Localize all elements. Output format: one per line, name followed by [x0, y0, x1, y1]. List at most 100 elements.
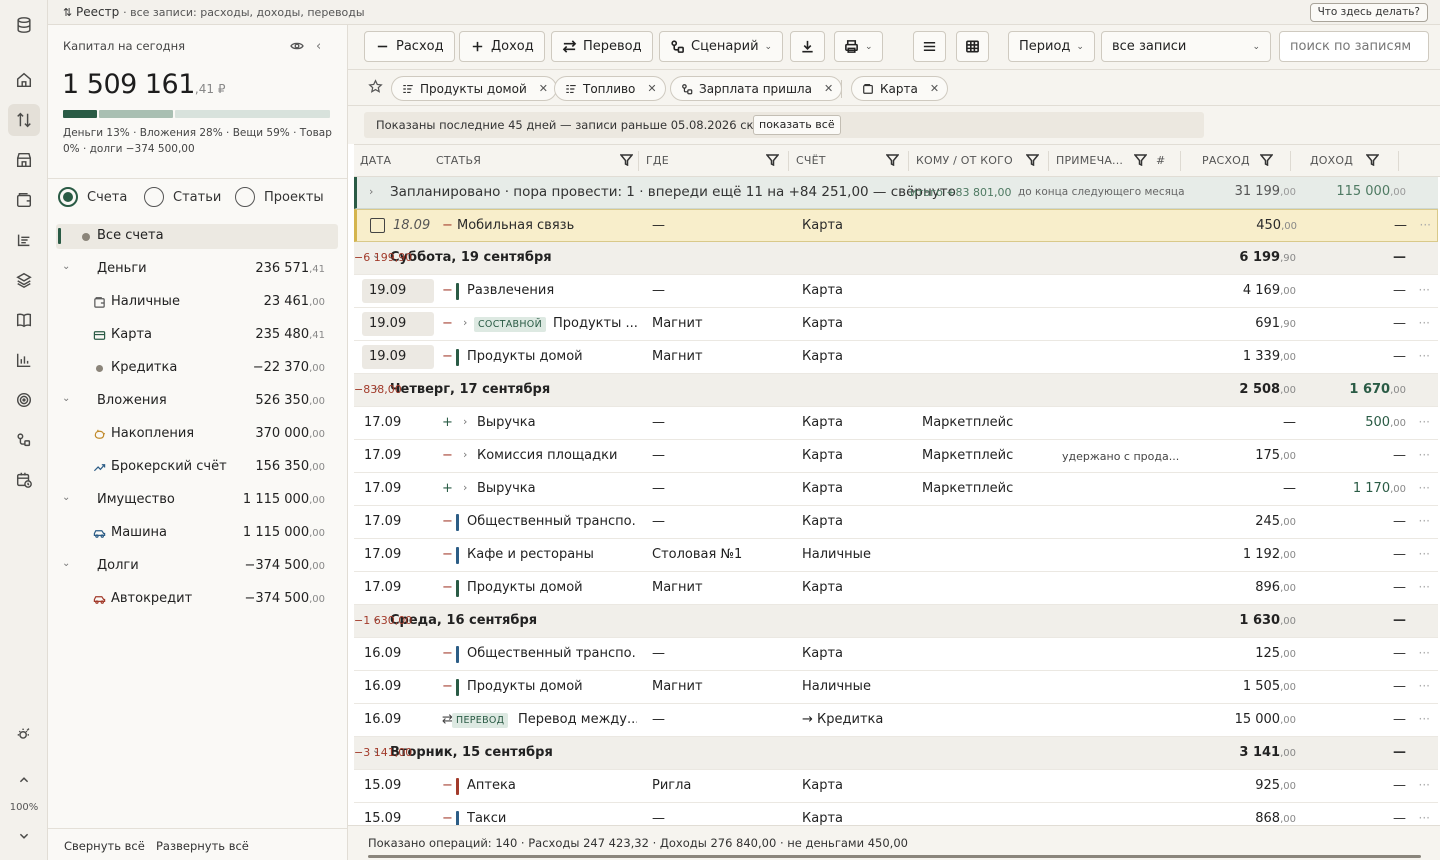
- more-actions-icon[interactable]: ···: [1419, 514, 1430, 528]
- table-row[interactable]: 19.09 − Продукты домой Магнит Карта 1 339,00 —…: [354, 341, 1438, 374]
- more-actions-icon[interactable]: ···: [1419, 316, 1430, 330]
- show-all-button[interactable]: показать всё: [753, 115, 841, 135]
- table-row[interactable]: 16.09 − Общественный транспо... — Карта 125,0…: [354, 638, 1438, 671]
- calendar-clock-icon[interactable]: [8, 464, 40, 496]
- column-hash[interactable]: #: [1156, 154, 1165, 167]
- filter-chip-fuel[interactable]: Топливо ✕: [554, 76, 666, 101]
- more-actions-icon[interactable]: ···: [1419, 349, 1430, 363]
- table-row[interactable]: 17.09 − Продукты домой Магнит Карта 896,00 — ··…: [354, 572, 1438, 605]
- filter-icon[interactable]: [1134, 154, 1147, 166]
- planned-row[interactable]: › Запланировано · пора провести: 1 · впе…: [354, 177, 1438, 209]
- filter-icon[interactable]: [886, 154, 899, 166]
- star-icon[interactable]: [368, 79, 383, 94]
- date-group-row[interactable]: ⌄ Вторник, 15 сентября −3 141,00 3 141,00—: [354, 737, 1438, 770]
- filter-chip-salary[interactable]: Зарплата пришла ✕: [670, 76, 843, 101]
- table-row[interactable]: 15.09 − Такси — Карта 868,00 — ···: [354, 803, 1438, 825]
- date-group-row[interactable]: ⌄ Среда, 16 сентября −1 630,00 1 630,00—: [354, 605, 1438, 638]
- date-cell[interactable]: 19.09: [362, 279, 434, 303]
- grid-view-button[interactable]: [956, 31, 989, 62]
- date-group-row[interactable]: ⌄ Четверг, 17 сентября −838,00 2 508,00 1 67…: [354, 374, 1438, 407]
- column-category[interactable]: СТАТЬЯ: [436, 154, 481, 167]
- chevron-right-icon[interactable]: ›: [463, 448, 467, 461]
- more-actions-icon[interactable]: ···: [1419, 811, 1430, 825]
- more-actions-icon[interactable]: ···: [1419, 448, 1430, 462]
- column-income[interactable]: ДОХОД: [1310, 154, 1353, 167]
- filter-chip-products[interactable]: Продукты домой ✕: [391, 76, 557, 101]
- horizontal-scrollbar[interactable]: [368, 855, 1421, 858]
- account-item[interactable]: Брокерский счёт 156 350,00: [48, 456, 347, 480]
- collapse-all-button[interactable]: Свернуть всё: [64, 839, 145, 853]
- chevron-down-icon[interactable]: ⌄: [62, 393, 70, 404]
- date-group-row[interactable]: ⌄ Суббота, 19 сентября −6 199,90 6 199,90—: [354, 242, 1438, 275]
- all-accounts-item[interactable]: Все счета: [56, 224, 338, 249]
- account-group[interactable]: ⌄ Долги −374 500,00: [48, 555, 347, 579]
- book-icon[interactable]: [8, 304, 40, 336]
- expand-all-button[interactable]: Развернуть всё: [156, 839, 249, 853]
- more-actions-icon[interactable]: ···: [1419, 415, 1430, 429]
- account-item[interactable]: Карта 235 480,41: [48, 324, 347, 348]
- pending-record-row[interactable]: 18.09 − Мобильная связь — Карта 450,00 —…: [354, 209, 1438, 242]
- chevron-down-icon[interactable]: ⌄: [62, 492, 70, 503]
- table-row[interactable]: 19.09 − Развлечения — Карта 4 169,00 — ···: [354, 275, 1438, 308]
- help-button[interactable]: Что здесь делать?: [1309, 3, 1428, 22]
- more-actions-icon[interactable]: ···: [1419, 481, 1430, 495]
- filter-icon[interactable]: [1366, 154, 1379, 166]
- record-filter-select[interactable]: все записи ⌄: [1101, 31, 1271, 62]
- table-row[interactable]: 15.09 − Аптека Ригла Карта 925,00 — ···: [354, 770, 1438, 803]
- download-button[interactable]: [790, 31, 825, 62]
- table-row[interactable]: 17.09 + › Выручка — Карта Маркетплейс — 1 170,00…: [354, 473, 1438, 506]
- close-icon[interactable]: ✕: [647, 82, 656, 95]
- more-actions-icon[interactable]: ···: [1419, 646, 1430, 660]
- account-group[interactable]: ⌄ Вложения 526 350,00: [48, 390, 347, 414]
- account-group[interactable]: ⌄ Деньги 236 571,41: [48, 258, 347, 282]
- table-row[interactable]: 17.09 − Кафе и рестораны Столовая №1 Наличны…: [354, 539, 1438, 572]
- column-divider[interactable]: [638, 151, 639, 171]
- home-icon[interactable]: [8, 64, 40, 96]
- store-icon[interactable]: [8, 144, 40, 176]
- list-icon[interactable]: [8, 224, 40, 256]
- more-actions-icon[interactable]: ···: [1419, 283, 1430, 297]
- column-expense[interactable]: РАСХОД: [1202, 154, 1250, 167]
- filter-icon[interactable]: [766, 154, 779, 166]
- chevron-down-icon[interactable]: ⌄: [62, 261, 70, 272]
- add-expense-button[interactable]: Расход: [364, 31, 455, 62]
- column-date[interactable]: ДАТА: [360, 154, 391, 167]
- chevron-right-icon[interactable]: ›: [463, 481, 467, 494]
- chevron-right-icon[interactable]: ›: [463, 415, 467, 428]
- table-row[interactable]: 16.09 ⇄ ПЕРЕВОД Перевод между... — → Кредитка…: [354, 704, 1438, 737]
- close-icon[interactable]: ✕: [539, 82, 548, 95]
- more-actions-icon[interactable]: ···: [1420, 218, 1431, 232]
- column-note[interactable]: ПРИМЕЧА...: [1056, 154, 1123, 167]
- more-actions-icon[interactable]: ···: [1419, 679, 1430, 693]
- search-input[interactable]: [1279, 31, 1429, 62]
- column-divider[interactable]: [1290, 151, 1291, 171]
- table-row[interactable]: 17.09 + › Выручка — Карта Маркетплейс — 500,00 ··…: [354, 407, 1438, 440]
- account-item[interactable]: Машина 1 115 000,00: [48, 522, 347, 546]
- table-row[interactable]: 16.09 − Продукты домой Магнит Наличные 1 505,…: [354, 671, 1438, 704]
- more-actions-icon[interactable]: ···: [1419, 778, 1430, 792]
- column-divider[interactable]: [1398, 151, 1399, 171]
- column-divider[interactable]: [1180, 151, 1181, 171]
- more-actions-icon[interactable]: ···: [1419, 547, 1430, 561]
- print-button[interactable]: ⌄: [834, 31, 883, 62]
- scenario-button[interactable]: Сценарий ⌄: [659, 31, 784, 62]
- chart-icon[interactable]: [8, 344, 40, 376]
- column-divider[interactable]: [1048, 151, 1049, 171]
- database-icon[interactable]: [8, 9, 40, 41]
- registry-icon[interactable]: [8, 104, 40, 136]
- radio-projects[interactable]: Проекты: [235, 187, 324, 207]
- wallet-icon[interactable]: [8, 184, 40, 216]
- radio-articles[interactable]: Статьи: [144, 187, 221, 207]
- filter-chip-card[interactable]: Карта ✕: [851, 76, 949, 101]
- filter-icon[interactable]: [1260, 154, 1273, 166]
- close-icon[interactable]: ✕: [824, 82, 833, 95]
- more-actions-icon[interactable]: ···: [1419, 712, 1430, 726]
- layers-icon[interactable]: [8, 264, 40, 296]
- list-view-button[interactable]: [913, 31, 946, 62]
- account-item[interactable]: Накопления 370 000,00: [48, 423, 347, 447]
- add-transfer-button[interactable]: Перевод: [551, 31, 653, 62]
- column-where[interactable]: ГДЕ: [646, 154, 669, 167]
- chevron-down-icon[interactable]: ⌄: [62, 558, 70, 569]
- nodes-icon[interactable]: [8, 424, 40, 456]
- filter-icon[interactable]: [620, 154, 633, 166]
